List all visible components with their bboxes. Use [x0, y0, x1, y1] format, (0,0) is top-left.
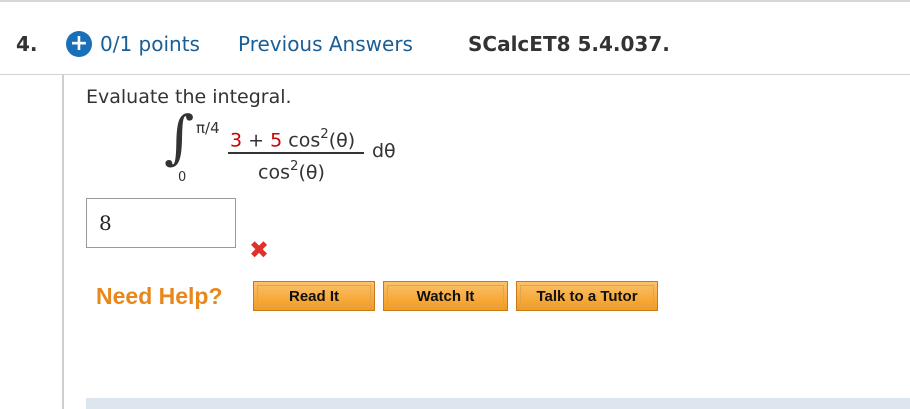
fraction-bar: [228, 152, 364, 154]
plus-circle-icon[interactable]: +: [66, 31, 92, 57]
previous-answers-link[interactable]: Previous Answers: [238, 32, 413, 56]
lower-limit: 0: [178, 170, 187, 185]
watch-it-button[interactable]: Watch It: [383, 281, 508, 311]
section-code: SCalcET8 5.4.037.: [468, 32, 670, 56]
read-it-button[interactable]: Read It: [253, 281, 375, 311]
coefficient-1: 3: [230, 129, 243, 152]
wrong-x-icon: ✖: [249, 236, 270, 264]
points-link[interactable]: 0/1 points: [100, 32, 200, 56]
differential: dθ: [372, 140, 396, 162]
denominator: cos2(θ): [258, 158, 325, 184]
numerator: 3 + 5 cos2(θ): [230, 126, 356, 152]
question-number: 4.: [16, 32, 38, 56]
numerator-exponent: 2: [320, 126, 329, 142]
question-header: 4. + 0/1 points Previous Answers SCalcET…: [0, 0, 910, 75]
denominator-arg: (θ): [298, 161, 325, 184]
plus-sign: +: [248, 129, 265, 152]
talk-to-tutor-label: Talk to a Tutor: [520, 285, 654, 307]
next-question-panel: [86, 398, 910, 409]
numerator-term: cos: [288, 129, 321, 152]
need-help-label: Need Help?: [96, 283, 223, 309]
denominator-exponent: 2: [289, 158, 299, 174]
watch-it-label: Watch It: [387, 285, 504, 307]
talk-to-tutor-button[interactable]: Talk to a Tutor: [516, 281, 658, 311]
left-divider: [62, 75, 64, 409]
denominator-term: cos: [258, 161, 290, 184]
read-it-label: Read It: [257, 285, 371, 307]
answer-input[interactable]: [86, 198, 236, 248]
integral-sign-icon: ∫: [164, 103, 195, 171]
upper-limit: π/4: [196, 119, 220, 137]
numerator-arg: (θ): [328, 129, 356, 152]
coefficient-2: 5: [270, 129, 283, 152]
